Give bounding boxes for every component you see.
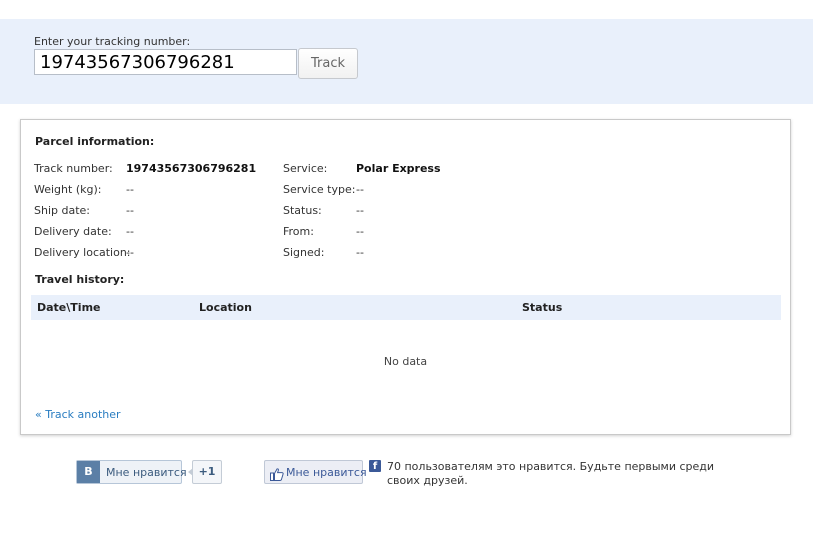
signed-label: Signed: — [283, 246, 325, 259]
status-value: -- — [356, 204, 364, 217]
fb-like-button[interactable]: Мне нравится — [264, 460, 367, 484]
parcel-info-title: Parcel information: — [35, 135, 155, 148]
column-header-location: Location — [199, 301, 252, 314]
delivery-date-value: -- — [126, 225, 134, 238]
service-type-label: Service type: — [283, 183, 356, 196]
signed-value: -- — [356, 246, 364, 259]
column-header-datetime: Date\Time — [37, 301, 101, 314]
travel-history-title: Travel history: — [35, 273, 125, 286]
delivery-date-label: Delivery date: — [34, 225, 112, 238]
track-number-label: Track number: — [34, 162, 113, 175]
tracking-number-label: Enter your tracking number: — [34, 35, 191, 48]
service-label: Service: — [283, 162, 328, 175]
tracking-number-input[interactable] — [34, 49, 297, 75]
from-value: -- — [356, 225, 364, 238]
track-another-link[interactable]: « Track another — [35, 408, 121, 421]
thumbs-up-icon — [270, 466, 284, 481]
ship-date-label: Ship date: — [34, 204, 90, 217]
delivery-location-value: -- — [126, 246, 134, 259]
from-label: From: — [283, 225, 314, 238]
ship-date-value: -- — [126, 204, 134, 217]
status-label: Status: — [283, 204, 322, 217]
tracking-search-band: Enter your tracking number: Track — [0, 19, 813, 104]
service-type-value: -- — [356, 183, 364, 196]
vk-like-count: +1 — [188, 460, 222, 484]
no-data-message: No data — [383, 355, 428, 368]
weight-label: Weight (kg): — [34, 183, 102, 196]
weight-value: -- — [126, 183, 134, 196]
fb-like-label: Мне нравится — [286, 466, 367, 479]
service-value: Polar Express — [356, 162, 441, 175]
vk-like-button[interactable]: B Мне нравится — [76, 460, 187, 484]
fb-social-context: 70 пользователям это нравится. Будьте пе… — [387, 460, 715, 487]
column-header-status: Status — [522, 301, 563, 314]
vk-logo-icon: B — [77, 461, 100, 483]
facebook-icon: f — [369, 460, 381, 472]
parcel-panel: Parcel information: Track number: 197435… — [20, 119, 791, 435]
travel-history-table-header: Date\Time Location Status — [31, 295, 781, 320]
vk-like-label: Мне нравится — [106, 466, 187, 479]
track-button[interactable]: Track — [298, 48, 358, 79]
delivery-location-label: Delivery location: — [34, 246, 131, 259]
track-number-value: 19743567306796281 — [126, 162, 257, 175]
